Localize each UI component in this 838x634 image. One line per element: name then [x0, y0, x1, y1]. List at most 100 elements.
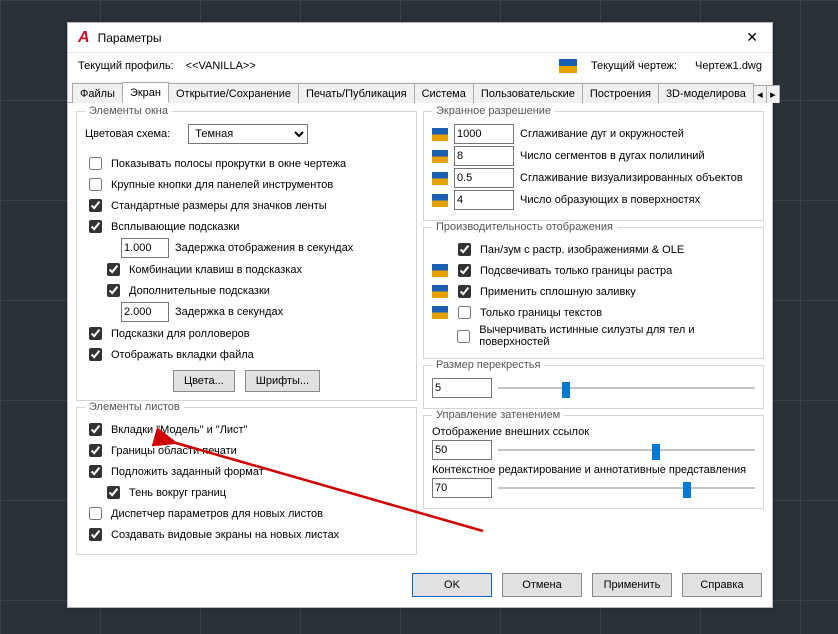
- surface-isolines-label: Число образующих в поверхностях: [520, 194, 755, 206]
- cb-large-buttons[interactable]: [89, 178, 102, 191]
- tooltip-delay-input[interactable]: [121, 238, 169, 258]
- apply-button[interactable]: Применить: [592, 573, 672, 597]
- cb-scrollbars[interactable]: [89, 157, 102, 170]
- cb-panzoom-raster-label: Пан/зум с растр. изображениями & OLE: [480, 244, 684, 256]
- tooltip-delay-label: Задержка отображения в секундах: [175, 242, 353, 254]
- tab-system[interactable]: Система: [414, 83, 474, 103]
- cancel-button[interactable]: Отмена: [502, 573, 582, 597]
- cb-model-list-tabs-label: Вкладки "Модель" и "Лист": [111, 424, 248, 436]
- ok-button[interactable]: OK: [412, 573, 492, 597]
- cb-scrollbars-label: Показывать полосы прокрутки в окне черте…: [111, 158, 346, 170]
- cb-print-area-label: Границы области печати: [111, 445, 237, 457]
- btn-fonts[interactable]: Шрифты...: [245, 370, 320, 392]
- tabs: Файлы Экран Открытие/Сохранение Печать/П…: [68, 81, 772, 103]
- tab-files[interactable]: Файлы: [72, 83, 123, 103]
- dialog-title: Параметры: [98, 31, 162, 45]
- cb-print-area[interactable]: [89, 444, 102, 457]
- dwg-icon: [432, 194, 448, 207]
- group-display-performance-title: Производительность отображения: [432, 221, 617, 233]
- tab-content: Элементы окна Цветовая схема: Темная Пок…: [68, 103, 772, 565]
- xref-fade-slider[interactable]: [498, 443, 755, 457]
- slider-thumb-icon[interactable]: [652, 444, 660, 460]
- surface-isolines-input[interactable]: [454, 190, 514, 210]
- dwg-icon: [432, 285, 448, 298]
- cb-ext-tooltips[interactable]: [107, 284, 120, 297]
- cb-model-list-tabs[interactable]: [89, 423, 102, 436]
- tab-drafting[interactable]: Построения: [582, 83, 659, 103]
- group-crosshair-size: Размер перекрестья: [423, 365, 764, 409]
- tab-scroll-right-icon[interactable]: ▸: [766, 85, 780, 103]
- cb-std-ribbon-icons[interactable]: [89, 199, 102, 212]
- cb-shortcut-keys[interactable]: [107, 263, 120, 276]
- tab-3d[interactable]: 3D-моделирова: [658, 83, 754, 103]
- ctx-fade-input[interactable]: [432, 478, 492, 498]
- group-layout-elements: Элементы листов Вкладки "Модель" и "Лист…: [76, 407, 417, 555]
- cb-page-setup-mgr-label: Диспетчер параметров для новых листов: [111, 508, 323, 520]
- slider-thumb-icon[interactable]: [562, 382, 570, 398]
- group-display-performance: Производительность отображения Пан/зум с…: [423, 227, 764, 359]
- tab-scroll-left-icon[interactable]: ◂: [753, 85, 767, 103]
- crosshair-input[interactable]: [432, 378, 492, 398]
- profile-value: <<VANILLA>>: [186, 60, 256, 72]
- cb-text-boundaries[interactable]: [458, 306, 471, 319]
- cb-highlight-raster[interactable]: [458, 264, 471, 277]
- tab-user[interactable]: Пользовательские: [473, 83, 583, 103]
- group-crosshair-size-title: Размер перекрестья: [432, 359, 544, 371]
- ctx-fade-label: Контекстное редактирование и аннотативны…: [432, 464, 755, 476]
- dialog-footer: OK Отмена Применить Справка: [68, 565, 772, 607]
- cb-ext-tooltips-label: Дополнительные подсказки: [129, 285, 270, 297]
- render-smooth-input[interactable]: [454, 168, 514, 188]
- left-column: Элементы окна Цветовая схема: Темная Пок…: [76, 111, 417, 557]
- cb-page-setup-mgr[interactable]: [89, 507, 102, 520]
- color-scheme-label: Цветовая схема:: [85, 128, 170, 140]
- group-window-elements: Элементы окна Цветовая схема: Темная Пок…: [76, 111, 417, 401]
- group-window-elements-title: Элементы окна: [85, 105, 172, 117]
- tab-screen[interactable]: Экран: [122, 82, 169, 103]
- profile-row: Текущий профиль: <<VANILLA>> Текущий чер…: [68, 53, 772, 77]
- cb-shadow[interactable]: [107, 486, 120, 499]
- titlebar: A Параметры ✕: [68, 23, 772, 53]
- color-scheme-select[interactable]: Темная: [188, 124, 308, 144]
- dwg-icon: [559, 59, 577, 73]
- dwg-icon: [432, 172, 448, 185]
- cb-shadow-label: Тень вокруг границ: [129, 487, 226, 499]
- group-display-resolution: Экранное разрешение Сглаживание дуг и ок…: [423, 111, 764, 221]
- pline-segments-input[interactable]: [454, 146, 514, 166]
- dwg-icon: [432, 306, 448, 319]
- help-button[interactable]: Справка: [682, 573, 762, 597]
- cb-page-format[interactable]: [89, 465, 102, 478]
- close-icon[interactable]: ✕: [740, 27, 764, 48]
- profile-label: Текущий профиль:: [78, 60, 174, 72]
- dwg-icon: [432, 264, 448, 277]
- slider-thumb-icon[interactable]: [683, 482, 691, 498]
- group-display-resolution-title: Экранное разрешение: [432, 105, 555, 117]
- pline-segments-label: Число сегментов в дугах полилиний: [520, 150, 755, 162]
- right-column: Экранное разрешение Сглаживание дуг и ок…: [423, 111, 764, 557]
- xref-fade-input[interactable]: [432, 440, 492, 460]
- tab-print[interactable]: Печать/Публикация: [298, 83, 415, 103]
- cb-page-format-label: Подложить заданный формат: [111, 466, 264, 478]
- xref-fade-label: Отображение внешних ссылок: [432, 426, 755, 438]
- cb-tooltips-label: Всплывающие подсказки: [111, 221, 239, 233]
- cb-true-silhouettes-label: Вычерчивать истинные силуэты для тел и п…: [479, 324, 755, 348]
- ext-delay-input[interactable]: [121, 302, 169, 322]
- autocad-icon: A: [78, 29, 90, 47]
- group-fade-control-title: Управление затенением: [432, 409, 564, 421]
- cb-create-viewports[interactable]: [89, 528, 102, 541]
- tab-open-save[interactable]: Открытие/Сохранение: [168, 83, 299, 103]
- cb-rollover-tips-label: Подсказки для ролловеров: [111, 328, 250, 340]
- cb-panzoom-raster[interactable]: [458, 243, 471, 256]
- cb-text-boundaries-label: Только границы текстов: [480, 307, 602, 319]
- ctx-fade-slider[interactable]: [498, 481, 755, 495]
- cb-file-tabs[interactable]: [89, 348, 102, 361]
- arc-smooth-input[interactable]: [454, 124, 514, 144]
- cb-true-silhouettes[interactable]: [457, 330, 470, 343]
- cb-tooltips[interactable]: [89, 220, 102, 233]
- options-dialog: A Параметры ✕ Текущий профиль: <<VANILLA…: [67, 22, 773, 608]
- cb-solid-fill[interactable]: [458, 285, 471, 298]
- group-layout-elements-title: Элементы листов: [85, 401, 184, 413]
- cb-rollover-tips[interactable]: [89, 327, 102, 340]
- cb-highlight-raster-label: Подсвечивать только границы растра: [480, 265, 672, 277]
- btn-colors[interactable]: Цвета...: [173, 370, 235, 392]
- crosshair-slider[interactable]: [498, 381, 755, 395]
